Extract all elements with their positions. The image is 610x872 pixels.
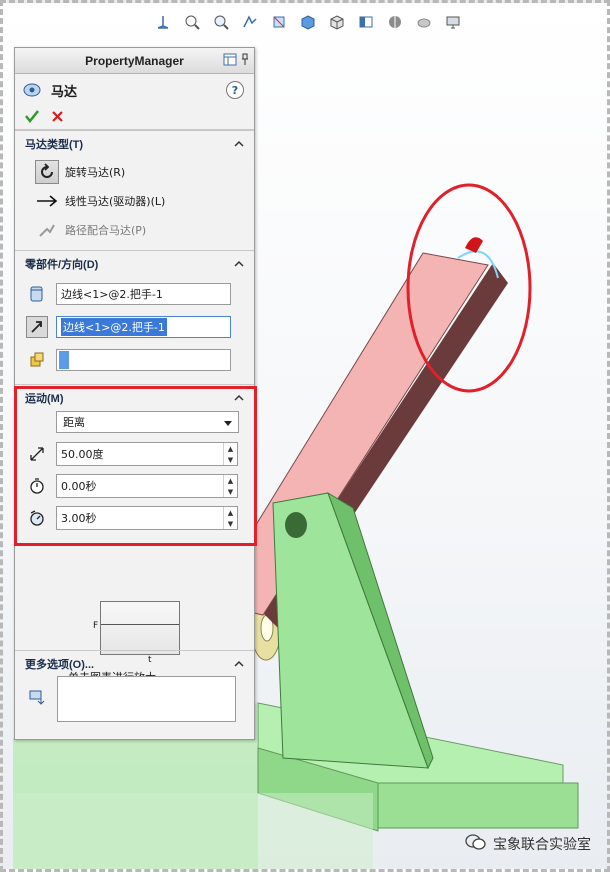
cancel-button[interactable] bbox=[51, 110, 64, 126]
graph-y-label: F bbox=[93, 621, 99, 631]
duration-icon bbox=[26, 507, 48, 529]
watermark: 宝象联合实验室 bbox=[465, 833, 591, 855]
motor-direction-marker bbox=[465, 237, 483, 253]
feature-title: 马达 bbox=[51, 83, 78, 99]
display-style-icon[interactable] bbox=[327, 12, 347, 32]
graph-profile-line bbox=[101, 624, 179, 625]
motor-direction-row: 边线<1>@2.把手-1 bbox=[15, 310, 254, 343]
rotary-motor-label: 旋转马达(R) bbox=[65, 165, 126, 179]
component-direction-header-label: 零部件/方向(D) bbox=[25, 259, 99, 271]
base-plate-side bbox=[372, 782, 579, 829]
more-options-header-label: 更多选项(O)... bbox=[25, 659, 95, 671]
wechat-icon bbox=[465, 833, 487, 855]
hide-show-icon[interactable] bbox=[356, 12, 376, 32]
motor-type-header[interactable]: 马达类型(T) bbox=[15, 131, 254, 157]
displacement-stepper[interactable]: 50.00度 ▲ ▼ bbox=[56, 442, 238, 466]
property-manager-panel: PropertyManager 马达 ? 马达类型(T) 旋转马达(R) 线性马… bbox=[14, 47, 255, 740]
linear-motor-icon bbox=[35, 189, 59, 213]
motor-location-row: 边线<1>@2.把手-1 bbox=[15, 277, 254, 310]
start-time-row: 0.00秒 ▲ ▼ bbox=[15, 470, 254, 502]
rotary-motor-option[interactable]: 旋转马达(R) bbox=[15, 157, 254, 186]
component-icon bbox=[26, 349, 48, 371]
start-time-stepper[interactable]: 0.00秒 ▲ ▼ bbox=[56, 474, 238, 498]
component-color-swatch bbox=[59, 350, 69, 369]
decrement-icon[interactable]: ▼ bbox=[224, 518, 237, 529]
component-direction-section: 零部件/方向(D) 边线<1>@2.把手-1 边线<1>@2.把手-1 bbox=[15, 250, 254, 376]
linear-motor-option[interactable]: 线性马达(驱动器)(L) bbox=[15, 186, 254, 215]
motor-type-header-label: 马达类型(T) bbox=[25, 139, 84, 151]
property-manager-title: PropertyManager bbox=[85, 53, 184, 68]
watermark-text: 宝象联合实验室 bbox=[493, 837, 591, 853]
motor-type-section: 马达类型(T) 旋转马达(R) 线性马达(驱动器)(L) 路径配合马达(P) bbox=[15, 130, 254, 244]
view-cube-icon[interactable] bbox=[298, 12, 318, 32]
increment-icon[interactable]: ▲ bbox=[224, 475, 237, 486]
component-to-move-row bbox=[15, 343, 254, 376]
component-to-move-field[interactable] bbox=[56, 348, 231, 371]
collapse-chevron-icon[interactable] bbox=[234, 392, 244, 404]
start-time-icon bbox=[26, 475, 48, 497]
motor-location-icon bbox=[26, 283, 48, 305]
view-toolbar bbox=[153, 9, 463, 35]
duration-stepper[interactable]: 3.00秒 ▲ ▼ bbox=[56, 506, 238, 530]
component-direction-header[interactable]: 零部件/方向(D) bbox=[15, 251, 254, 277]
zoom-area-icon[interactable] bbox=[211, 12, 231, 32]
collapse-chevron-icon[interactable] bbox=[234, 658, 244, 670]
floor-reflection bbox=[13, 793, 373, 869]
more-options-header[interactable]: 更多选项(O)... bbox=[15, 651, 254, 677]
linear-motor-label: 线性马达(驱动器)(L) bbox=[65, 194, 166, 208]
ok-button[interactable] bbox=[25, 109, 39, 126]
path-mate-motor-option[interactable]: 路径配合马达(P) bbox=[15, 215, 254, 244]
collapse-chevron-icon[interactable] bbox=[234, 138, 244, 150]
window-frame: PropertyManager 马达 ? 马达类型(T) 旋转马达(R) 线性马… bbox=[0, 0, 610, 872]
increment-icon[interactable]: ▲ bbox=[224, 507, 237, 518]
motor-location-field[interactable]: 边线<1>@2.把手-1 bbox=[56, 282, 231, 305]
increment-icon[interactable]: ▲ bbox=[224, 443, 237, 454]
previous-view-icon[interactable] bbox=[240, 12, 260, 32]
pin-icon[interactable] bbox=[240, 53, 250, 69]
motor-location-value: 边线<1>@2.把手-1 bbox=[61, 287, 163, 301]
confirm-row bbox=[15, 106, 254, 130]
start-time-value: 0.00秒 bbox=[61, 480, 97, 493]
more-options-section: 更多选项(O)... bbox=[15, 650, 254, 677]
motion-header-label: 运动(M) bbox=[25, 393, 64, 405]
help-button[interactable]: ? bbox=[226, 81, 244, 99]
collapse-chevron-icon[interactable] bbox=[234, 258, 244, 270]
decrement-icon[interactable]: ▼ bbox=[224, 454, 237, 465]
load-bearing-faces-icon bbox=[28, 688, 46, 709]
reverse-direction-icon[interactable] bbox=[26, 315, 48, 338]
motion-type-select[interactable]: 距离 bbox=[56, 411, 239, 433]
motion-profile-graph[interactable] bbox=[100, 601, 180, 655]
path-mate-motor-icon bbox=[35, 218, 59, 242]
rotary-motor-icon bbox=[35, 159, 59, 184]
motion-header[interactable]: 运动(M) bbox=[15, 385, 254, 411]
displacement-value: 50.00度 bbox=[61, 448, 104, 461]
path-mate-motor-label: 路径配合马达(P) bbox=[65, 223, 147, 237]
appearance-icon[interactable] bbox=[385, 12, 405, 32]
motion-type-value: 距离 bbox=[63, 416, 85, 429]
decrement-icon[interactable]: ▼ bbox=[224, 486, 237, 497]
property-manager-header: PropertyManager bbox=[15, 48, 254, 74]
motion-section: 运动(M) 距离 50.00度 ▲ ▼ 0.00秒 ▲ ▼ 3.00秒 ▲ ▼ bbox=[15, 384, 254, 534]
display-icon[interactable] bbox=[443, 12, 463, 32]
motor-feature-icon bbox=[23, 80, 43, 101]
feature-title-row: 马达 ? bbox=[15, 74, 254, 106]
duration-row: 3.00秒 ▲ ▼ bbox=[15, 502, 254, 534]
displacement-row: 50.00度 ▲ ▼ bbox=[15, 438, 254, 470]
duration-value: 3.00秒 bbox=[61, 512, 97, 525]
scene-icon[interactable] bbox=[414, 12, 434, 32]
section-view-icon[interactable] bbox=[269, 12, 289, 32]
dropdown-arrow-icon bbox=[224, 416, 232, 429]
motor-direction-value: 边线<1>@2.把手-1 bbox=[61, 317, 167, 336]
support-hole bbox=[285, 512, 307, 538]
view-orientation-icon[interactable] bbox=[153, 12, 173, 32]
motor-direction-field[interactable]: 边线<1>@2.把手-1 bbox=[56, 315, 231, 338]
displacement-icon bbox=[26, 443, 48, 465]
load-bearing-faces-list[interactable] bbox=[57, 676, 236, 722]
zoom-to-fit-icon[interactable] bbox=[182, 12, 202, 32]
panel-layout-icon[interactable] bbox=[223, 53, 237, 69]
